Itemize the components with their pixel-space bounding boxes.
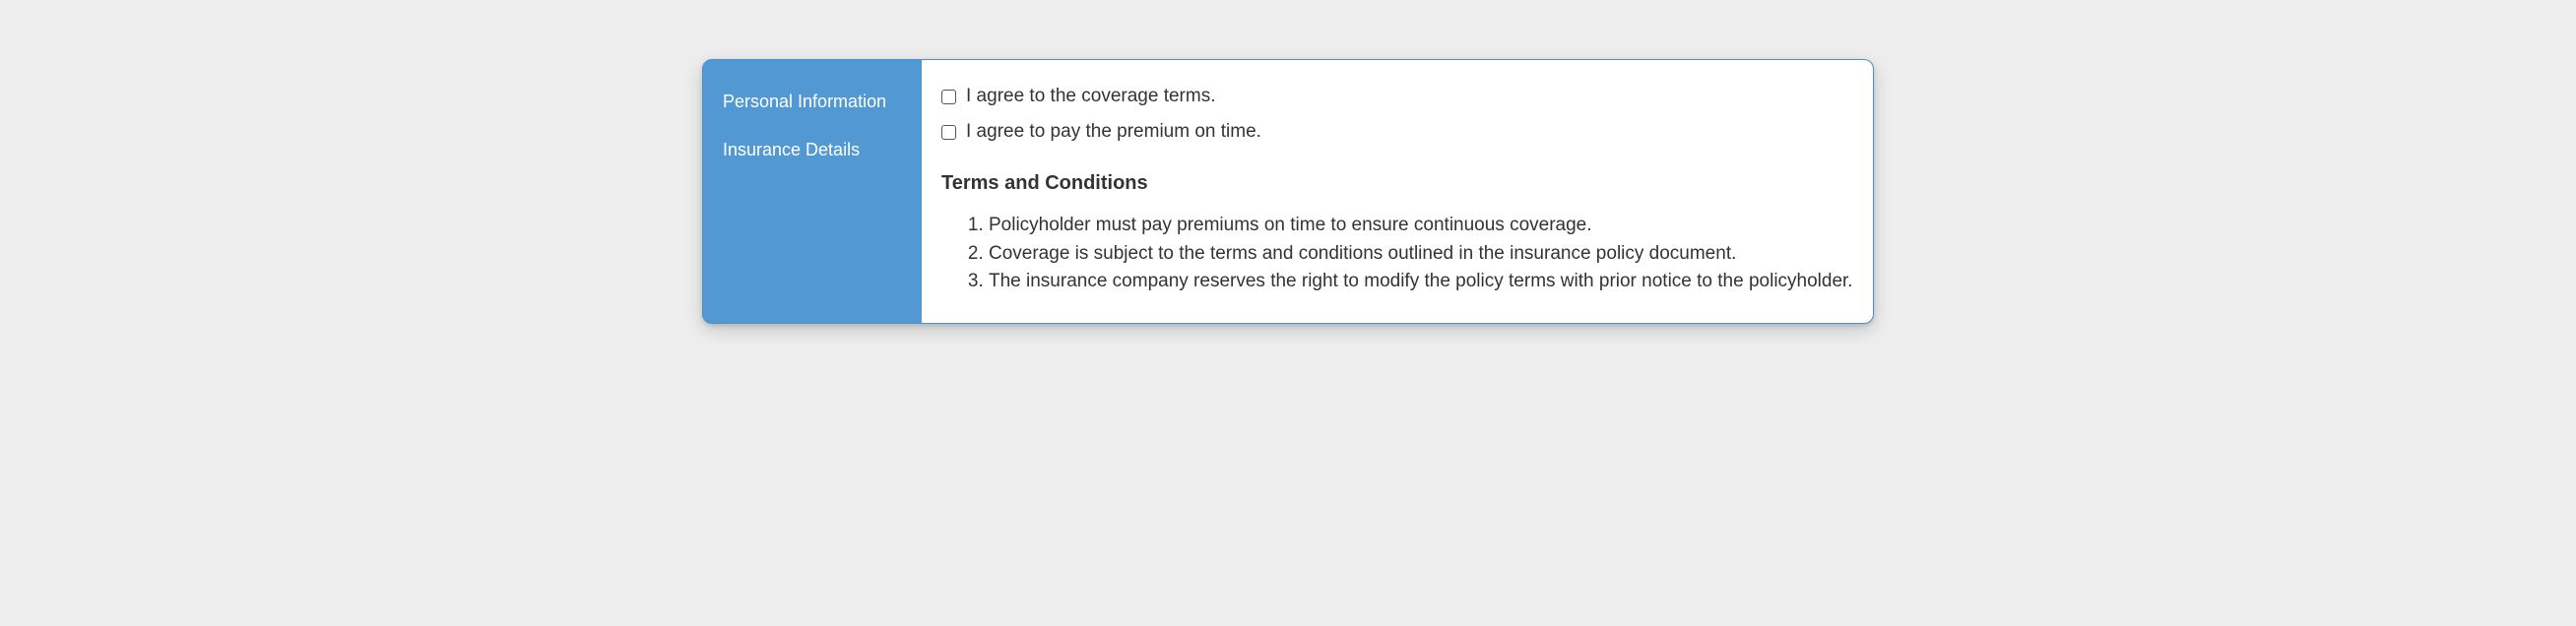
agree-premium-label: I agree to pay the premium on time. xyxy=(966,121,1261,143)
content-panel: I agree to the coverage terms. I agree t… xyxy=(922,60,1873,323)
sidebar-item-label: Personal Information xyxy=(723,92,886,111)
sidebar: Personal Information Insurance Details xyxy=(703,60,922,323)
agree-coverage-row: I agree to the coverage terms. xyxy=(941,86,1853,107)
terms-list: Policyholder must pay premiums on time t… xyxy=(941,213,1853,295)
agree-premium-row: I agree to pay the premium on time. xyxy=(941,121,1853,143)
terms-heading: Terms and Conditions xyxy=(941,172,1853,195)
agree-premium-checkbox[interactable] xyxy=(941,125,956,140)
terms-list-item: The insurance company reserves the right… xyxy=(989,269,1853,295)
agree-coverage-label: I agree to the coverage terms. xyxy=(966,86,1215,107)
terms-list-item: Coverage is subject to the terms and con… xyxy=(989,241,1853,268)
sidebar-item-personal-information[interactable]: Personal Information xyxy=(703,78,922,126)
sidebar-item-insurance-details[interactable]: Insurance Details xyxy=(703,126,922,174)
card: Personal Information Insurance Details I… xyxy=(702,59,1874,324)
agree-coverage-checkbox[interactable] xyxy=(941,90,956,104)
terms-list-item: Policyholder must pay premiums on time t… xyxy=(989,213,1853,239)
sidebar-item-label: Insurance Details xyxy=(723,140,860,159)
